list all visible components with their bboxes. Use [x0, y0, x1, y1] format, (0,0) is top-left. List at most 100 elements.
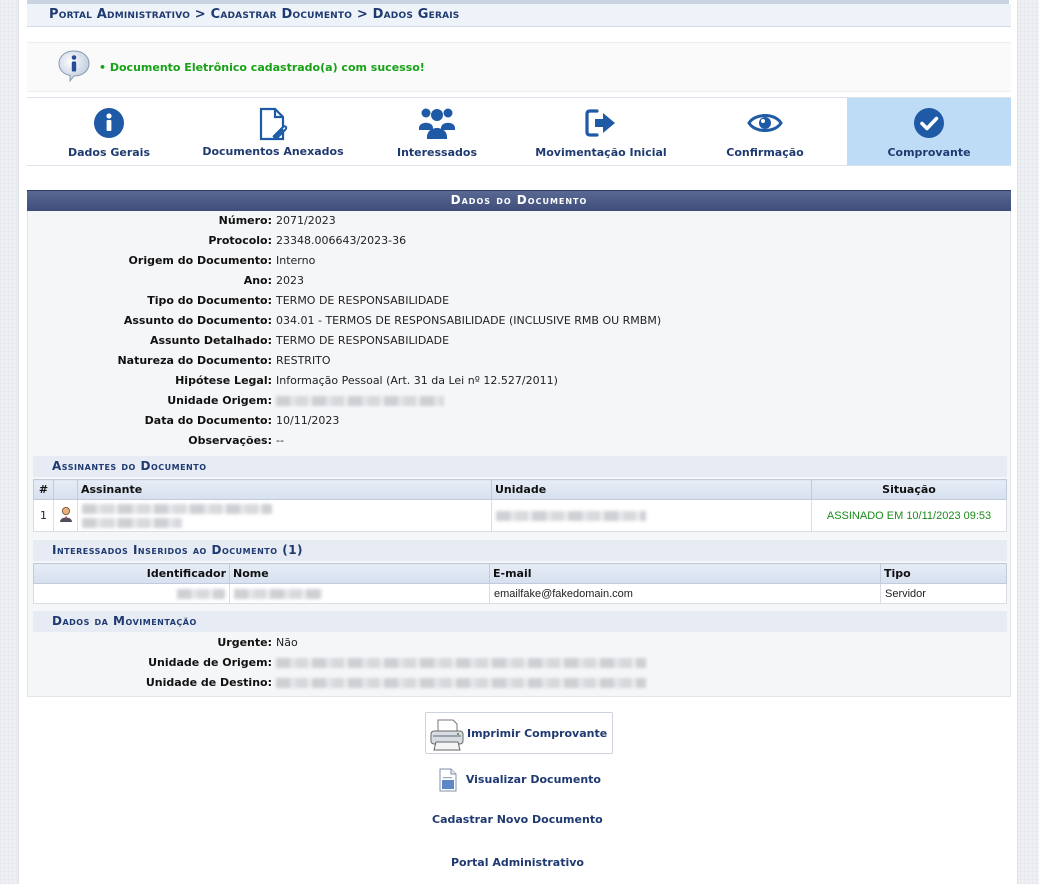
info-circle-icon: [94, 108, 124, 138]
section-title: Dados do Documento: [27, 190, 1011, 211]
field-value: 034.01 - TERMOS DE RESPONSABILIDADE (INC…: [276, 314, 662, 327]
new-document-link[interactable]: Cadastrar Novo Documento: [432, 813, 603, 826]
cell-unidade-redacted: [491, 499, 812, 532]
document-attach-icon: [259, 107, 288, 141]
table-row: 1 ASSINADO EM 10/11/2023 09:53: [33, 499, 1007, 532]
field-value-redacted: [276, 656, 646, 669]
field-label: Número:: [218, 214, 272, 227]
field-value-redacted: [276, 394, 444, 407]
table-header-row: Identificador Nome E-mail Tipo: [33, 563, 1007, 584]
field-value: RESTRITO: [276, 354, 331, 367]
field-label: Unidade de Origem:: [148, 656, 272, 669]
field-urgente: Urgente: Não: [28, 636, 1010, 656]
wizard-steps: Dados Gerais Documentos Anexados Interes…: [27, 97, 1011, 166]
field-tipo: Tipo do Documento: TERMO DE RESPONSABILI…: [28, 294, 1010, 314]
field-label: Urgente:: [217, 636, 272, 649]
field-assunto: Assunto do Documento: 034.01 - TERMOS DE…: [28, 314, 1010, 334]
success-message: • Documento Eletrônico cadastrado(a) com…: [99, 61, 425, 74]
view-document-label: Visualizar Documento: [465, 773, 601, 786]
cell-icon: [53, 499, 78, 532]
field-value: Interno: [276, 254, 316, 267]
print-receipt-button[interactable]: Imprimir Comprovante: [425, 712, 613, 754]
step-label: Confirmação: [726, 146, 804, 159]
field-label: Assunto Detalhado:: [149, 334, 272, 347]
printer-icon: [430, 719, 464, 751]
field-value: --: [276, 434, 284, 447]
admin-portal-link[interactable]: Portal Administrativo: [451, 856, 584, 869]
field-value: 2071/2023: [276, 214, 336, 227]
col-unidade: Unidade: [491, 479, 812, 500]
field-value: TERMO DE RESPONSABILIDADE: [276, 334, 450, 347]
document-icon: [439, 768, 457, 792]
field-unidade-de-destino: Unidade de Destino:: [28, 676, 1010, 696]
col-nome: Nome: [229, 563, 490, 584]
step-interessados[interactable]: Interessados: [355, 98, 519, 165]
field-ano: Ano: 2023: [28, 274, 1010, 294]
field-label: Tipo do Documento:: [147, 294, 272, 307]
field-data: Data do Documento: 10/11/2023: [28, 414, 1010, 434]
movimentacao-title: Dados da Movimentação: [33, 611, 1007, 632]
check-circle-icon: [914, 108, 944, 138]
step-dados-gerais[interactable]: Dados Gerais: [27, 98, 191, 165]
table-row: emailfake@fakedomain.com Servidor: [33, 583, 1007, 604]
field-label: Data do Documento:: [144, 414, 272, 427]
breadcrumb: Portal Administrativo > Cadastrar Docume…: [27, 4, 1011, 27]
field-unidade-de-origem: Unidade de Origem:: [28, 656, 1010, 676]
field-assunto-detalhado: Assunto Detalhado: TERMO DE RESPONSABILI…: [28, 334, 1010, 354]
cell-situacao: ASSINADO EM 10/11/2023 09:53: [811, 499, 1007, 532]
step-movimentacao-inicial[interactable]: Movimentação Inicial: [519, 98, 683, 165]
step-comprovante[interactable]: Comprovante: [847, 98, 1011, 165]
users-icon: [419, 108, 455, 139]
interessados-title: Interessados Inseridos ao Documento (1): [33, 540, 1007, 561]
field-observacoes: Observações: --: [28, 434, 1010, 454]
col-assinante: Assinante: [77, 479, 492, 500]
document-details: Número: 2071/2023 Protocolo: 23348.00664…: [27, 211, 1011, 697]
page-container: Portal Administrativo > Cadastrar Docume…: [18, 0, 1018, 884]
eye-icon: [747, 114, 783, 132]
step-label: Comprovante: [887, 146, 971, 159]
col-tipo: Tipo: [880, 563, 1007, 584]
table-header-row: # Assinante Unidade Situação: [33, 479, 1007, 500]
cell-nome-redacted: [229, 583, 490, 604]
field-label: Hipótese Legal:: [175, 374, 272, 387]
col-num: #: [33, 479, 54, 500]
field-label: Assunto do Documento:: [123, 314, 272, 327]
col-situacao: Situação: [811, 479, 1007, 500]
user-icon: [59, 507, 72, 522]
col-icon: [53, 479, 78, 500]
step-documentos-anexados[interactable]: Documentos Anexados: [191, 98, 355, 165]
field-value: 10/11/2023: [276, 414, 340, 427]
info-bubble-icon: [58, 50, 90, 83]
field-label: Origem do Documento:: [128, 254, 272, 267]
cell-assinante-redacted: [77, 499, 492, 532]
field-value: 2023: [276, 274, 304, 287]
field-label: Protocolo:: [208, 234, 272, 247]
view-document-link[interactable]: Visualizar Documento: [438, 768, 601, 792]
field-value: Informação Pessoal (Art. 31 da Lei nº 12…: [276, 374, 558, 387]
field-unidade-origem: Unidade Origem:: [28, 394, 1010, 414]
field-label: Observações:: [188, 434, 272, 447]
success-message-panel: • Documento Eletrônico cadastrado(a) com…: [27, 42, 1011, 92]
col-identificador: Identificador: [33, 563, 230, 584]
field-value: Não: [276, 636, 298, 649]
step-label: Documentos Anexados: [202, 145, 344, 158]
step-confirmacao[interactable]: Confirmação: [683, 98, 847, 165]
field-value-redacted: [276, 676, 646, 689]
field-natureza: Natureza do Documento: RESTRITO: [28, 354, 1010, 374]
field-protocolo: Protocolo: 23348.006643/2023-36: [28, 234, 1010, 254]
field-label: Natureza do Documento:: [117, 354, 272, 367]
step-label: Dados Gerais: [67, 146, 151, 159]
sign-out-icon: [585, 109, 615, 137]
field-value: TERMO DE RESPONSABILIDADE: [276, 294, 450, 307]
field-label: Unidade de Destino:: [145, 676, 272, 689]
cell-identificador-redacted: [33, 583, 230, 604]
field-origem: Origem do Documento: Interno: [28, 254, 1010, 274]
cell-num: 1: [33, 499, 54, 532]
field-numero: Número: 2071/2023: [28, 214, 1010, 234]
field-label: Ano:: [243, 274, 272, 287]
print-receipt-label: Imprimir Comprovante: [467, 727, 608, 740]
cell-email: emailfake@fakedomain.com: [489, 583, 881, 604]
field-label: Unidade Origem:: [167, 394, 272, 407]
step-label: Interessados: [396, 146, 478, 159]
field-hipotese-legal: Hipótese Legal: Informação Pessoal (Art.…: [28, 374, 1010, 394]
